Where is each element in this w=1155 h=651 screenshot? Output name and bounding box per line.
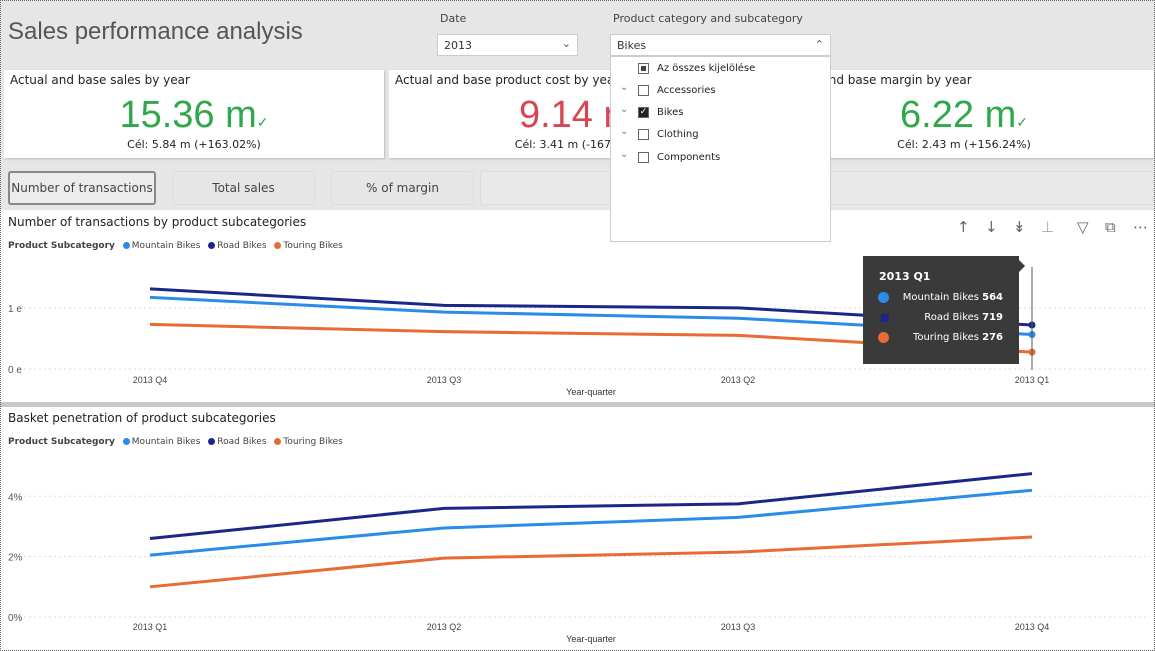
x-tick-label: 2013 Q2 <box>721 375 756 385</box>
chart-tooltip: 2013 Q1 Mountain Bikes 564 Road Bikes 71… <box>863 256 1025 364</box>
date-dropdown-value: 2013 <box>444 39 472 52</box>
arrow-down-icon[interactable]: ↓ <box>985 218 998 236</box>
x-axis-label: Year-quarter <box>566 634 616 644</box>
double-arrow-down-icon[interactable]: ↡ <box>1013 218 1026 236</box>
tab-margin[interactable]: % of margin <box>331 171 474 205</box>
category-dropdown-value: Bikes <box>617 39 647 52</box>
tab-total-sales[interactable]: Total sales <box>172 171 315 205</box>
chevron-down-icon[interactable]: ⌄ <box>620 104 628 115</box>
tooltip-series-name: Touring Bikes <box>912 332 979 343</box>
y-tick-label: 2% <box>8 553 23 564</box>
chevron-down-icon[interactable]: ⌄ <box>620 149 628 160</box>
basket-chart-panel[interactable]: Basket penetration of product subcategor… <box>0 407 1155 651</box>
x-tick-label: 2013 Q4 <box>133 375 168 385</box>
tooltip-series-name: Road Bikes <box>924 312 979 323</box>
more-options-icon[interactable]: ⋯ <box>1133 218 1148 236</box>
date-filter-label: Date <box>440 12 467 25</box>
partial-checkbox-icon[interactable] <box>638 63 649 74</box>
series-marker <box>878 292 889 303</box>
option-components[interactable]: ⌄ Components <box>611 148 831 168</box>
date-dropdown[interactable]: 2013 ⌄ <box>437 34 578 56</box>
kpi-title: Actual and base sales by year <box>10 73 190 87</box>
chevron-down-icon[interactable]: ⌄ <box>620 82 628 93</box>
tooltip-title: 2013 Q1 <box>879 270 931 283</box>
kpi-value: 15.36 m✓ <box>119 94 269 136</box>
option-accessories[interactable]: ⌄ Accessories <box>611 81 831 101</box>
x-tick-label: 2013 Q3 <box>721 622 756 632</box>
series-line-mountain-bikes[interactable] <box>149 488 1033 557</box>
option-clothing[interactable]: ⌄ Clothing <box>611 125 831 145</box>
x-tick-label: 2013 Q1 <box>133 622 168 632</box>
chevron-up-icon: ⌃ <box>814 38 824 51</box>
y-tick-label: 4% <box>8 492 23 503</box>
option-label: Accessories <box>657 85 716 96</box>
option-select-all[interactable]: Az összes kijelölése <box>611 59 831 79</box>
tooltip-row: Touring Bikes 276 <box>863 329 1019 347</box>
basket-line-chart[interactable]: 0% 2% 4% 2013 Q1 2013 Q2 2013 Q3 2013 Q4 Year-q… <box>0 407 1155 651</box>
kpi-goal: Cél: 5.84 m (+163.02%) <box>127 138 261 151</box>
focus-mode-icon[interactable]: ⧉ <box>1105 218 1116 236</box>
checked-checkbox-icon[interactable]: ✓ <box>638 107 649 118</box>
filter-icon[interactable]: ▽ <box>1077 218 1089 236</box>
kpi-goal: Cél: 2.43 m (+156.24%) <box>897 138 1031 151</box>
checkbox[interactable] <box>638 129 649 140</box>
y-tick-label: 0 e <box>8 365 22 376</box>
x-tick-label: 2013 Q1 <box>1015 375 1050 385</box>
series-marker <box>878 332 889 343</box>
series-marker <box>881 314 889 322</box>
category-dropdown-list: Az összes kijelölése ⌄ Accessories ⌄ ✓ B… <box>610 56 831 242</box>
checkmark-icon: ✓ <box>256 114 269 130</box>
tooltip-value: 719 <box>982 312 1003 323</box>
tab-number-of-transactions[interactable]: Number of transactions <box>8 171 156 205</box>
page-title: Sales performance analysis <box>8 18 303 45</box>
kpi-title: Actual and base product cost by year <box>395 73 620 87</box>
kpi-value: 6.22 m✓ <box>900 94 1028 136</box>
option-label: Bikes <box>657 107 684 118</box>
tooltip-series-name: Mountain Bikes <box>902 292 979 303</box>
tooltip-value: 276 <box>982 332 1003 343</box>
kpi-card-margin[interactable]: Actual and base margin by year 6.22 m✓ C… <box>774 70 1154 158</box>
category-dropdown[interactable]: Bikes ⌃ <box>610 34 831 56</box>
checkmark-icon: ✓ <box>1016 114 1028 130</box>
option-label: Components <box>657 152 721 163</box>
x-tick-label: 2013 Q3 <box>427 375 462 385</box>
tooltip-row: Mountain Bikes 564 <box>863 289 1019 307</box>
checkbox[interactable] <box>638 152 649 163</box>
kpi-card-sales[interactable]: Actual and base sales by year 15.36 m✓ C… <box>4 70 384 158</box>
arrow-up-icon[interactable]: ↑ <box>957 218 970 236</box>
category-filter-label: Product category and subcategory <box>613 12 803 25</box>
chevron-down-icon[interactable]: ⌄ <box>620 126 628 137</box>
series-line-touring-bikes[interactable] <box>149 535 1033 589</box>
y-tick-label: 1 e <box>8 304 22 315</box>
option-label: Clothing <box>657 129 699 140</box>
series-line-road-bikes[interactable] <box>149 472 1033 541</box>
tooltip-value: 564 <box>982 292 1003 303</box>
expand-hierarchy-icon[interactable]: ⊥ <box>1041 218 1054 236</box>
option-label: Az összes kijelölése <box>657 63 756 74</box>
option-bikes[interactable]: ⌄ ✓ Bikes <box>611 103 831 123</box>
tooltip-row: Road Bikes 719 <box>863 309 1019 327</box>
y-tick-label: 0% <box>8 613 23 624</box>
x-tick-label: 2013 Q2 <box>427 622 462 632</box>
x-tick-label: 2013 Q4 <box>1015 622 1050 632</box>
checkbox[interactable] <box>638 85 649 96</box>
chevron-down-icon: ⌄ <box>561 37 571 50</box>
x-axis-label: Year-quarter <box>566 387 616 397</box>
header: Sales performance analysis Date 2013 ⌄ P… <box>0 0 1155 66</box>
